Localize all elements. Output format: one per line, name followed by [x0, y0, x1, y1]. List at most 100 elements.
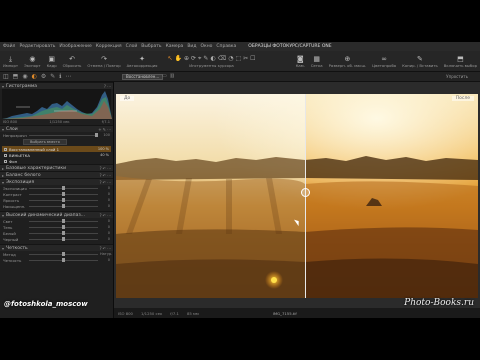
tool-tab-icon[interactable]: ◫ — [3, 73, 9, 80]
reset-icon[interactable]: ↶ — [103, 166, 106, 171]
opacity-slider[interactable] — [29, 133, 98, 137]
add-layer-icon[interactable]: + — [98, 127, 101, 132]
menu-item[interactable]: Файл — [3, 44, 15, 49]
slider-knob[interactable] — [62, 186, 66, 190]
brush-icon[interactable]: ✎ — [103, 127, 106, 132]
toolbar-zoom-button[interactable]: ⊕ Разверн. об. масш. — [326, 51, 370, 72]
layers-header[interactable]: ▾ Слои + ✎ ⋯ — [0, 125, 113, 132]
menu-item[interactable]: Слой — [126, 44, 138, 49]
slider-track[interactable] — [29, 252, 98, 256]
slider-track[interactable] — [29, 219, 98, 223]
slider-knob[interactable] — [62, 198, 66, 202]
menu-item[interactable]: Справка — [216, 44, 236, 49]
menu-icon[interactable]: ⋯ — [107, 166, 111, 171]
slider-knob[interactable] — [62, 231, 66, 235]
tool-tab-icon[interactable]: ✎ — [50, 73, 55, 80]
toolbar-proofing-button[interactable]: ∞ Цветопроба — [369, 51, 399, 72]
cursor-tool-icon[interactable]: ◐ — [210, 55, 215, 63]
cursor-tool-icon[interactable]: ✋ — [174, 55, 181, 63]
slider-knob[interactable] — [62, 258, 66, 262]
toolbar-copy-button[interactable]: ✎ Копир. / Вставить — [399, 51, 441, 72]
toolbar-mode-button[interactable]: ⬒ Включить выбор — [441, 51, 480, 72]
help-icon[interactable]: ? — [100, 246, 102, 251]
reset-icon[interactable]: ↶ — [103, 180, 106, 185]
histogram-header[interactable]: ▾ Гистограмма ? ⋯ — [0, 82, 113, 89]
tool-tab-icon[interactable]: ◉ — [22, 73, 27, 80]
menu-icon[interactable]: ⋯ — [107, 127, 111, 132]
tool-tab-icon[interactable]: ⋯ — [66, 73, 72, 80]
cursor-tool-icon[interactable]: ⟳ — [191, 55, 196, 63]
help-icon[interactable]: ? — [100, 173, 102, 178]
reset-icon[interactable]: ↶ — [103, 246, 106, 251]
exposure-header[interactable]: ▾ Экспозиция ? ↶ ⋯ — [0, 178, 113, 185]
menu-item[interactable]: Окно — [200, 44, 212, 49]
menu-item[interactable]: Выбрать — [141, 44, 161, 49]
toolbar-download-button[interactable]: ⤓ Импорт — [0, 51, 21, 72]
reset-icon[interactable]: ↶ — [103, 213, 106, 218]
layer-visibility-checkbox[interactable] — [4, 159, 7, 163]
cursor-tool-icon[interactable]: ↖ — [167, 55, 172, 63]
toolbar-reset-button[interactable]: ↶ Сбросить — [60, 51, 85, 72]
menu-item[interactable]: Коррекция — [96, 44, 122, 49]
slider-knob[interactable] — [94, 133, 98, 137]
help-icon[interactable]: ? — [100, 166, 102, 171]
multi-view-icon[interactable]: ▥ — [170, 73, 175, 79]
image-viewer[interactable]: До После — [114, 82, 480, 308]
slider-knob[interactable] — [62, 204, 66, 208]
select-instead-button[interactable]: Выбрать вместо — [23, 139, 67, 145]
cursor-tool-icon[interactable]: ✎ — [203, 55, 208, 63]
menu-item[interactable]: Вид — [187, 44, 196, 49]
tool-tab-icon[interactable]: ⚙ — [41, 73, 46, 80]
slider-track[interactable] — [29, 186, 98, 190]
base-header[interactable]: ▸ Базовые характеристики ? ↶ ⋯ — [0, 164, 113, 171]
cursor-tool-icon[interactable]: ☐ — [250, 55, 255, 63]
slider-knob[interactable] — [62, 252, 66, 256]
layer-visibility-checkbox[interactable] — [4, 147, 7, 151]
reset-icon[interactable]: ↶ — [103, 173, 106, 178]
toolbar-crop-button[interactable]: ▣ Кадр — [44, 51, 60, 72]
layer-item[interactable]: Фон — [2, 158, 111, 164]
menu-icon[interactable]: ⋯ — [107, 246, 111, 251]
layer-item[interactable]: Восстановленный слой 1 100 % — [2, 146, 111, 152]
slider-track[interactable] — [29, 192, 98, 196]
menu-icon[interactable]: ⋯ — [107, 84, 111, 89]
cursor-tool-icon[interactable]: ⊕ — [184, 55, 189, 63]
slider-track[interactable] — [29, 204, 98, 208]
photo-canvas[interactable]: До После — [116, 94, 478, 298]
simplify-label[interactable]: Упростить — [446, 74, 468, 79]
toolbar-undo-button[interactable]: ↷ Отмена / Повтор — [84, 51, 123, 72]
tool-tab-icon[interactable]: ⬒ — [13, 73, 19, 80]
sharp-header[interactable]: ▾ Четкость ? ↶ ⋯ — [0, 244, 113, 251]
cursor-tool-icon[interactable]: ◔ — [228, 55, 233, 63]
toolbar-auto-adjust-button[interactable]: ✦ Автокоррекция — [124, 51, 161, 72]
layer-item[interactable]: ВИНЬЕТКА 40 % — [2, 152, 111, 158]
slider-knob[interactable] — [62, 219, 66, 223]
slider-track[interactable] — [29, 225, 98, 229]
hdr-header[interactable]: ▾ Высокий динамический диапаз... ? ↶ ⋯ — [0, 211, 113, 218]
toolbar-camera-body-button[interactable]: ◙ Кам. — [293, 51, 308, 72]
wb-header[interactable]: ▸ Баланс белого ? ↶ ⋯ — [0, 171, 113, 178]
slider-knob[interactable] — [62, 237, 66, 241]
slider-track[interactable] — [29, 231, 98, 235]
tool-tab-icon[interactable]: ◐ — [32, 73, 37, 80]
menu-icon[interactable]: ⋯ — [107, 213, 111, 218]
help-icon[interactable]: ? — [104, 84, 106, 89]
slider-track[interactable] — [29, 237, 98, 241]
menu-item[interactable]: Изображение — [59, 44, 91, 49]
slider-track[interactable] — [29, 198, 98, 202]
slider-knob[interactable] — [62, 192, 66, 196]
menu-icon[interactable]: ⋯ — [107, 180, 111, 185]
toolbar-camera-button[interactable]: ◉ Экспорт — [21, 51, 43, 72]
cursor-tool-icon[interactable]: ⌫ — [218, 55, 226, 63]
help-icon[interactable]: ? — [100, 213, 102, 218]
menu-item[interactable]: Камера — [166, 44, 184, 49]
tool-tab-icon[interactable]: ℹ — [59, 73, 61, 80]
cursor-tool-icon[interactable]: ✂ — [243, 55, 248, 63]
slider-track[interactable] — [29, 258, 98, 262]
menu-icon[interactable]: ⋯ — [107, 173, 111, 178]
variant-selector[interactable]: Восстановлен... — [122, 74, 164, 80]
cursor-tool-icon[interactable]: ⬚ — [235, 55, 241, 63]
slider-knob[interactable] — [62, 225, 66, 229]
divider-handle[interactable] — [301, 188, 310, 197]
menu-item[interactable]: Редактировать — [19, 44, 55, 49]
